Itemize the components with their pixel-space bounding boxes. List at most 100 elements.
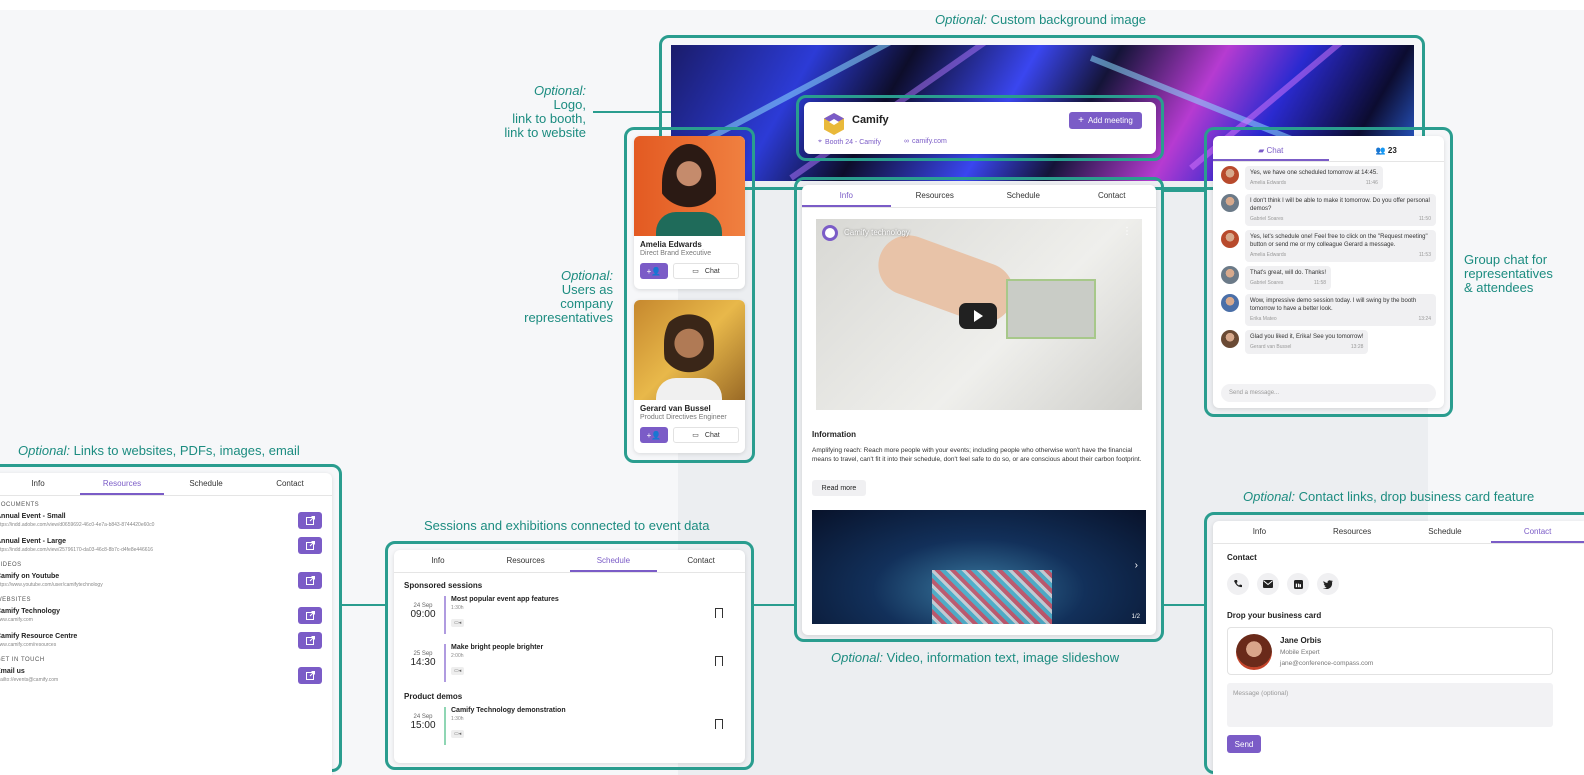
tab-contact[interactable]: Contact	[1491, 521, 1584, 543]
read-more-button[interactable]: Read more	[812, 480, 866, 496]
chat-input[interactable]: Send a message...	[1221, 384, 1436, 402]
open-external-button[interactable]	[298, 572, 322, 589]
video-more-icon[interactable]: ⋮	[1122, 226, 1132, 237]
resource-title: Camify Technology	[0, 608, 61, 615]
resource-title: Email us	[0, 668, 25, 675]
resource-item[interactable]: Annual Event - Large https://indd.adobe.c…	[0, 537, 322, 554]
booth-main-card: Info Resources Schedule Contact Camify t…	[802, 185, 1156, 635]
rep-avatar-amelia	[662, 144, 716, 222]
info-text: Amplifying reach: Reach more people with…	[812, 447, 1142, 463]
add-contact-button[interactable]: +👤	[640, 263, 668, 279]
resource-url: https://www.youtube.com/user/camifytechn…	[0, 582, 103, 588]
tab-resources[interactable]: Resources	[482, 550, 570, 572]
schedule-item[interactable]: 25 Sep 14:30 Make bright people brighter 2:…	[404, 644, 735, 682]
company-name[interactable]: Camify	[852, 114, 889, 126]
website-link[interactable]: ∞ camify.com	[904, 138, 947, 145]
rep-name: Amelia Edwards	[640, 240, 702, 249]
resource-item[interactable]: Camify on Youtube https://www.youtube.com…	[0, 572, 322, 589]
message-field[interactable]: Message (optional)	[1227, 683, 1553, 727]
tab-schedule[interactable]: Schedule	[164, 473, 248, 495]
rep-chat-button[interactable]: ▭ Chat	[673, 263, 739, 279]
message-author: Erika Mateo	[1250, 316, 1277, 322]
rep-chat-button[interactable]: ▭ Chat	[673, 427, 739, 443]
add-meeting-button[interactable]: + Add meeting	[1069, 112, 1142, 129]
schedule-title: Most popular event app features	[451, 596, 559, 603]
external-link-icon	[305, 576, 315, 585]
play-button[interactable]	[959, 303, 997, 329]
mail-icon[interactable]	[1257, 573, 1279, 595]
tab-resources[interactable]: Resources	[891, 185, 980, 207]
tab-resources[interactable]: Resources	[1306, 521, 1399, 543]
tab-schedule[interactable]: Schedule	[569, 550, 658, 572]
message-author: Gerard van Bussel	[1250, 344, 1292, 350]
message-meta: Gerard van Bussel 13:28	[1250, 343, 1363, 351]
add-contact-button[interactable]: +👤	[640, 427, 668, 443]
rep-chat-label: Chat	[704, 431, 720, 439]
business-card[interactable]: Jane Orbis Mobile Expert jane@conference…	[1227, 627, 1553, 675]
bookmark-icon[interactable]	[715, 608, 723, 618]
image-slideshow[interactable]: › 1/2	[812, 510, 1146, 624]
message-time: 11:50	[1418, 216, 1431, 222]
rep-role: Direct Brand Executive	[640, 250, 712, 257]
schedule-details: Most popular event app features 1:30h ▭◂	[451, 596, 559, 629]
tab-info[interactable]: Info	[0, 473, 80, 495]
tab-contact[interactable]: Contact	[1068, 185, 1157, 207]
message-time: 11:58	[1313, 280, 1327, 286]
tab-info[interactable]: Info	[394, 550, 482, 572]
tab-participants[interactable]: 👥 23	[1329, 136, 1445, 161]
tab-contact[interactable]: Contact	[657, 550, 745, 572]
tab-schedule[interactable]: Schedule	[1399, 521, 1492, 543]
message-meta: Amelia Edwards 11:53	[1250, 251, 1431, 259]
tab-resources[interactable]: Resources	[80, 473, 164, 495]
message-time: 11:46	[1365, 180, 1378, 186]
message-text: Yes, we have one scheduled tomorrow at 1…	[1250, 170, 1378, 176]
resource-section-heading: VIDEOS	[0, 562, 22, 568]
annotation-contact: Optional: Contact links, drop business c…	[1243, 489, 1535, 504]
send-button[interactable]: Send	[1227, 735, 1261, 753]
message-author: Gabriel Soares	[1250, 280, 1284, 286]
resource-item[interactable]: Camify Technology www.camify.com	[0, 607, 322, 624]
tab-chat[interactable]: ▰ Chat	[1213, 136, 1329, 161]
resource-title: Annual Event - Large	[0, 538, 67, 545]
schedule-item[interactable]: 24 Sep 09:00 Most popular event app featur…	[404, 596, 735, 634]
tab-info[interactable]: Info	[802, 185, 891, 207]
annotation-group-chat: Group chat for representatives & attende…	[1464, 252, 1553, 295]
booth-link[interactable]: ⌖ Booth 24 - Camify	[818, 138, 881, 146]
slideshow-next-icon[interactable]: ›	[1135, 560, 1138, 571]
chat-bubble-icon: ▭	[692, 432, 699, 439]
resource-url: www.camify.com	[0, 617, 33, 623]
linkedin-icon[interactable]	[1287, 573, 1309, 595]
resource-item[interactable]: Camify Resource Centre www.camify.com/res…	[0, 632, 322, 649]
open-external-button[interactable]	[298, 632, 322, 649]
phone-icon[interactable]	[1227, 573, 1249, 595]
resource-item[interactable]: Annual Event - Small https://indd.adobe.c…	[0, 512, 322, 529]
external-link-icon	[305, 541, 315, 550]
open-external-button[interactable]	[298, 512, 322, 529]
person-email: jane@conference-compass.com	[1280, 660, 1374, 667]
tab-info[interactable]: Info	[1213, 521, 1306, 543]
add-person-icon: +👤	[646, 266, 662, 276]
message-author: Gabriel Soares	[1250, 216, 1284, 222]
slideshow-crowd	[932, 570, 1052, 624]
rep-role: Product Directives Engineer	[640, 414, 727, 421]
schedule-item[interactable]: 24 Sep 15:00 Camify Technology demonstrati…	[404, 707, 735, 745]
open-external-button[interactable]	[298, 537, 322, 554]
resource-item[interactable]: Email us mailto://events@camify.com	[0, 667, 322, 684]
schedule-title: Make bright people brighter	[451, 644, 544, 651]
website-label: camify.com	[912, 138, 947, 145]
bookmark-icon[interactable]	[715, 719, 723, 729]
message-meta: Gabriel Soares 11:58	[1250, 279, 1326, 287]
open-external-button[interactable]	[298, 607, 322, 624]
tab-schedule[interactable]: Schedule	[979, 185, 1068, 207]
schedule-group-heading: Product demos	[404, 692, 463, 701]
schedule-details: Camify Technology demonstration 1:30h ▭◂	[451, 707, 566, 740]
twitter-icon[interactable]	[1317, 573, 1339, 595]
tab-contact[interactable]: Contact	[248, 473, 332, 495]
person-role: Mobile Expert	[1280, 649, 1320, 656]
chat-message: Wow, impressive demo session today. I wi…	[1221, 294, 1436, 326]
open-external-button[interactable]	[298, 667, 322, 684]
bookmark-icon[interactable]	[715, 656, 723, 666]
video-player[interactable]: Camify technology ⋮	[816, 219, 1142, 410]
external-link-icon	[305, 611, 315, 620]
contact-panel: Info Resources Schedule Contact Contact …	[1213, 521, 1584, 775]
